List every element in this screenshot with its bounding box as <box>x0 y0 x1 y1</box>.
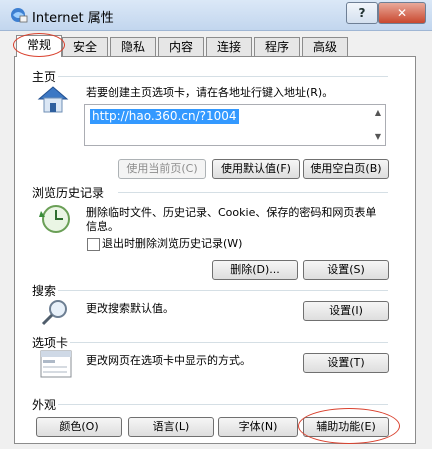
history-divider <box>118 192 388 193</box>
scroll-down-icon[interactable]: ▼ <box>372 131 384 143</box>
tab-advanced[interactable]: 高级 <box>302 37 348 56</box>
history-section-title: 浏览历史记录 <box>32 186 105 200</box>
magnifier-icon <box>41 300 67 326</box>
close-button[interactable]: ✕ <box>378 2 426 24</box>
appearance-divider <box>58 404 388 405</box>
scroll-up-icon[interactable]: ▲ <box>372 107 384 119</box>
internet-options-icon <box>11 8 28 23</box>
tab-security[interactable]: 安全 <box>62 37 108 56</box>
languages-button[interactable]: 语言(L) <box>128 417 214 437</box>
search-divider <box>58 290 388 291</box>
accessibility-highlight-oval <box>298 408 400 444</box>
appearance-section-title: 外观 <box>32 398 57 412</box>
tab-privacy[interactable]: 隐私 <box>110 37 156 56</box>
use-current-button[interactable]: 使用当前页(C) <box>118 159 206 179</box>
tabs-settings-button[interactable]: 设置(T) <box>303 353 389 373</box>
clock-icon <box>39 205 70 233</box>
homepage-url-text: http://hao.360.cn/?1004 <box>90 109 239 124</box>
use-blank-button[interactable]: 使用空白页(B) <box>303 159 389 179</box>
use-default-button[interactable]: 使用默认值(F) <box>212 159 300 179</box>
delete-on-exit-label: 退出时删除浏览历史记录(W) <box>102 237 243 250</box>
window-title: Internet 属性 <box>32 11 114 26</box>
history-settings-button[interactable]: 设置(S) <box>303 260 389 280</box>
homepage-hint: 若要创建主页选项卡，请在各地址行键入地址(R)。 <box>86 86 334 99</box>
help-button[interactable]: ? <box>346 2 378 24</box>
tabs-description: 更改网页在选项卡中显示的方式。 <box>86 354 251 367</box>
delete-on-exit-checkbox[interactable] <box>87 238 100 251</box>
history-description: 删除临时文件、历史记录、Cookie、保存的密码和网页表单信息。 <box>86 206 377 233</box>
fonts-button[interactable]: 字体(N) <box>218 417 298 437</box>
tab-connections[interactable]: 连接 <box>206 37 252 56</box>
homepage-section-title: 主页 <box>32 70 57 84</box>
search-description: 更改搜索默认值。 <box>86 302 174 315</box>
tabs-window-icon <box>40 350 72 378</box>
house-icon <box>37 86 69 113</box>
tabs-section-title: 选项卡 <box>32 336 69 350</box>
tab-highlight-oval <box>13 33 65 57</box>
tab-programs[interactable]: 程序 <box>254 37 300 56</box>
tabs-divider <box>70 342 388 343</box>
search-settings-button[interactable]: 设置(I) <box>303 301 389 321</box>
search-section-title: 搜索 <box>32 284 57 298</box>
tab-content[interactable]: 内容 <box>158 37 204 56</box>
homepage-divider <box>58 76 388 77</box>
homepage-url-textarea[interactable]: http://hao.360.cn/?1004 ▲ ▼ <box>84 104 386 146</box>
delete-history-button[interactable]: 删除(D)... <box>212 260 298 280</box>
colors-button[interactable]: 颜色(O) <box>36 417 122 437</box>
